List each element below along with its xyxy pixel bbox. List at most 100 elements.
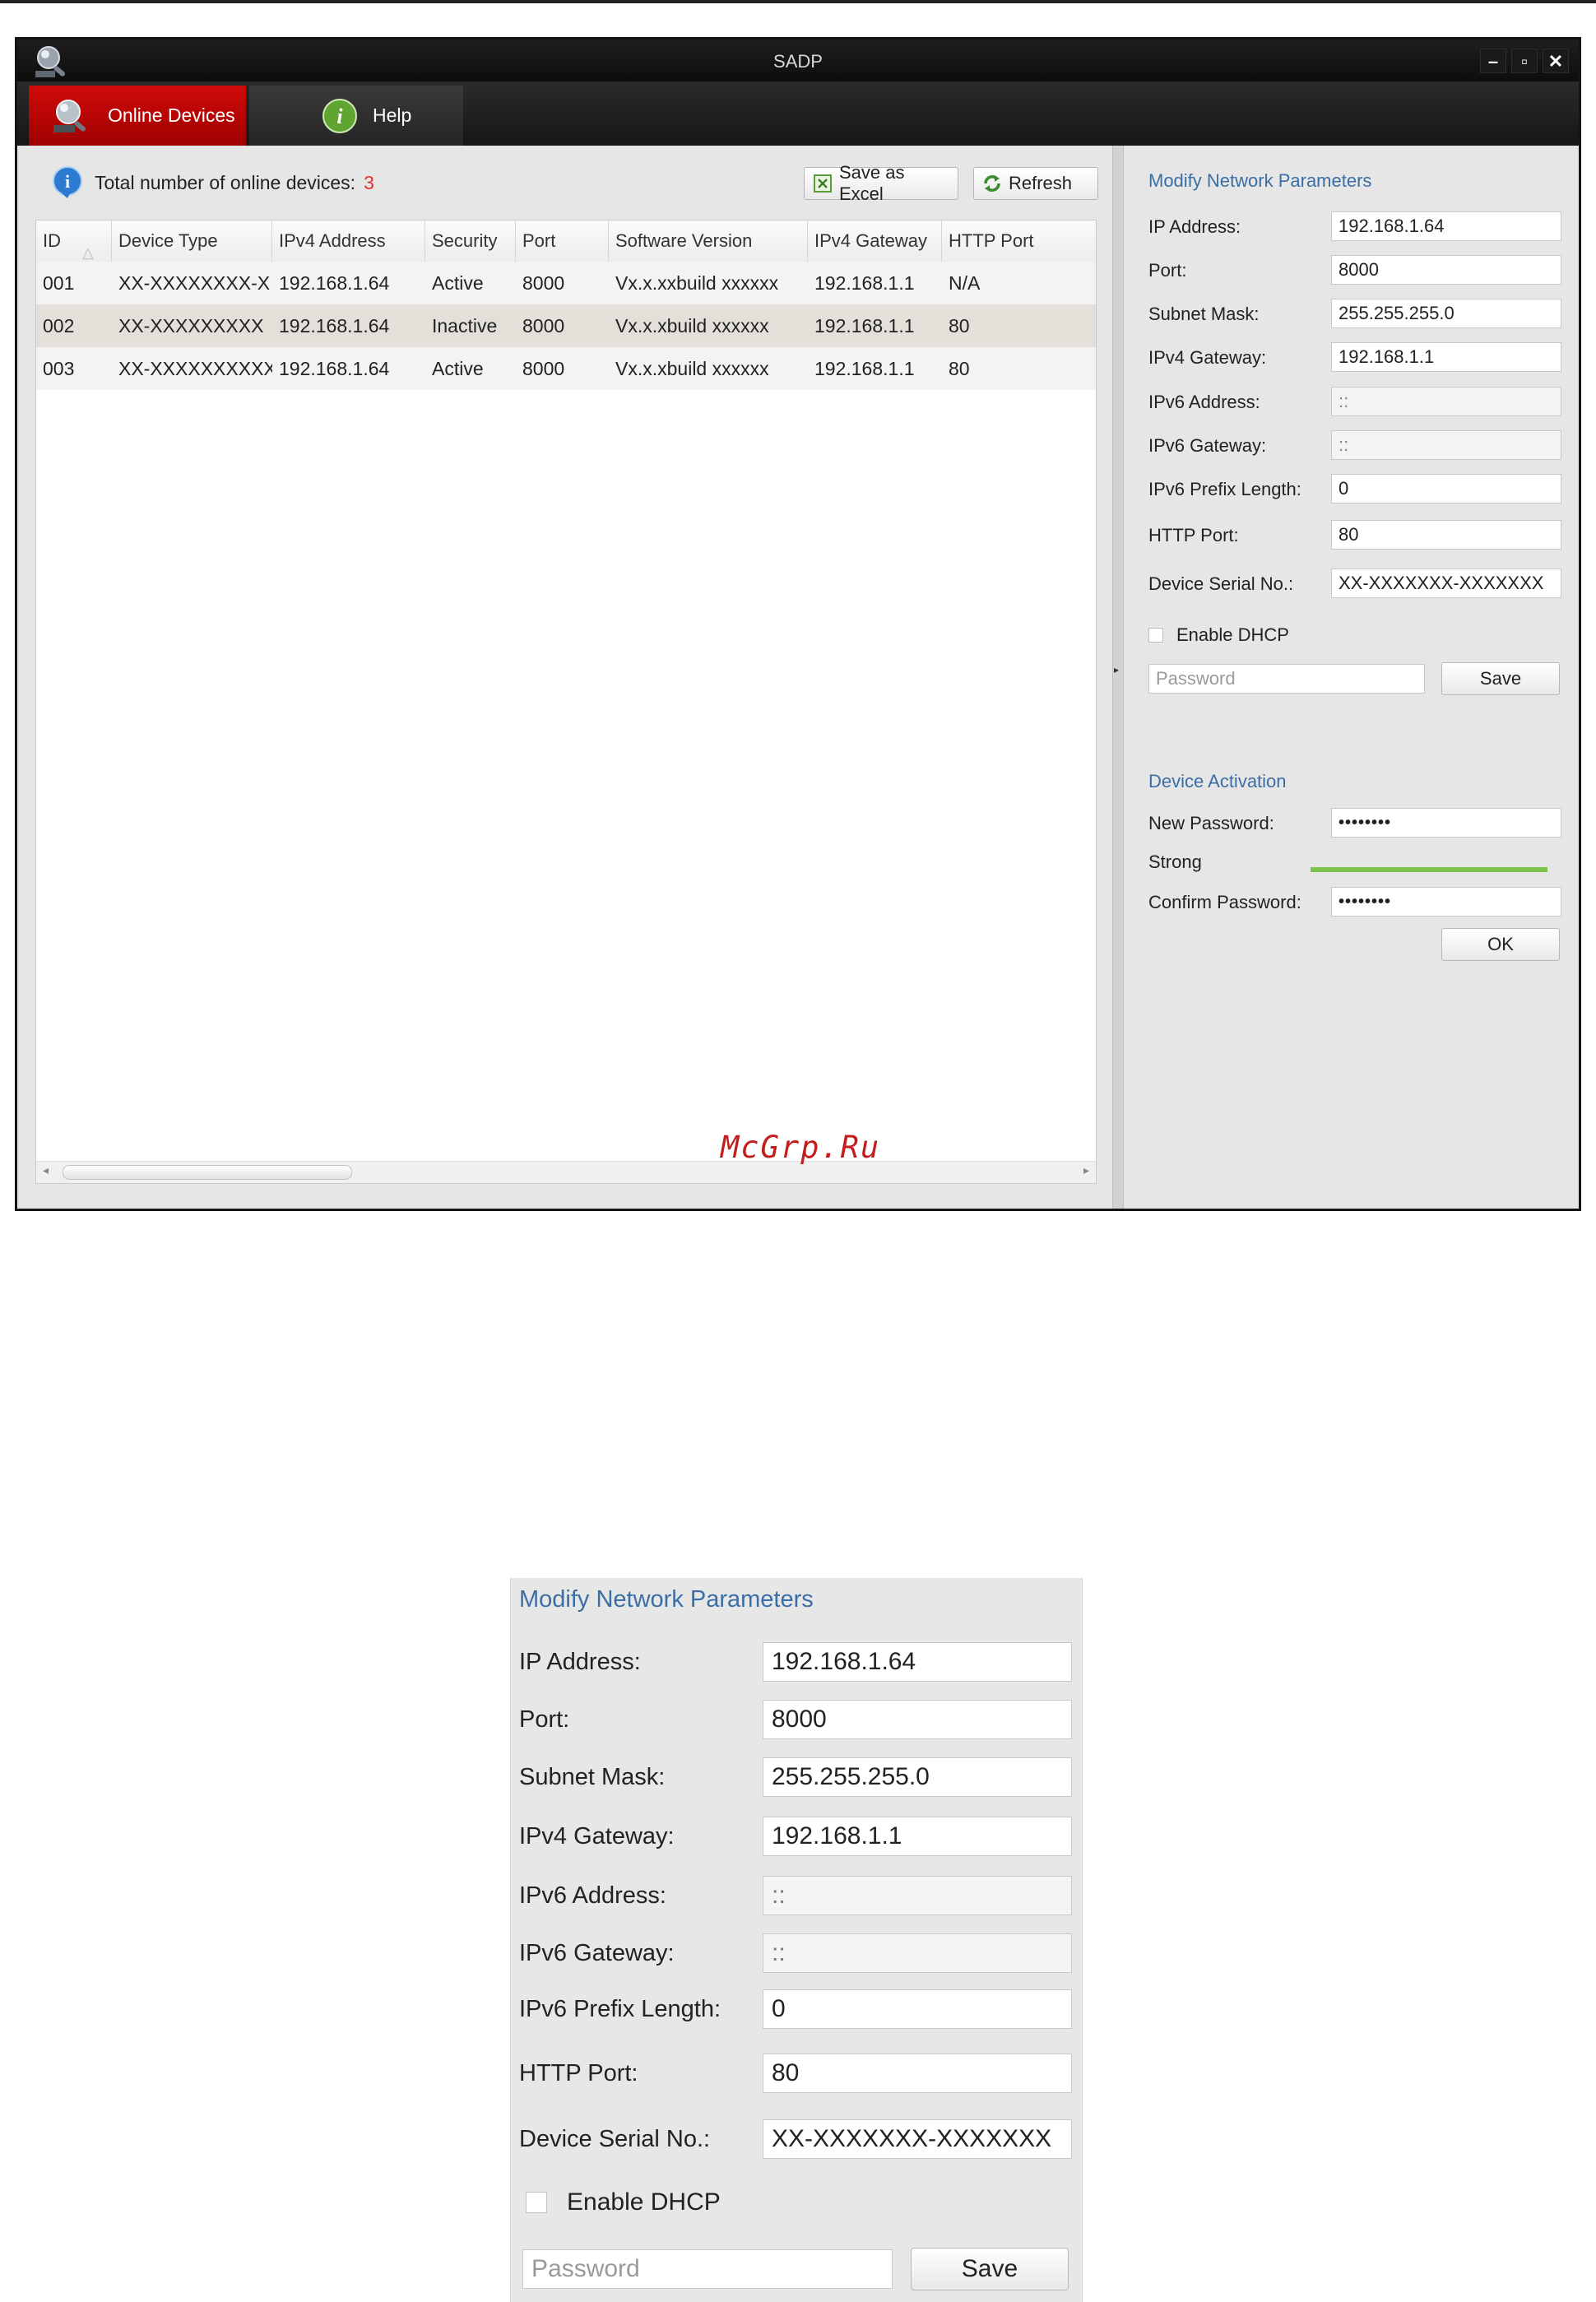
horizontal-scrollbar[interactable]: ◂ ▸ — [36, 1161, 1096, 1183]
refresh-icon — [982, 174, 1002, 193]
minimize-button[interactable]: – — [1480, 49, 1506, 73]
cell-software-version: Vx.x.xbuild xxxxxx — [615, 358, 769, 379]
ipv4-gateway-input[interactable]: 192.168.1.1 — [1331, 342, 1561, 372]
watermark-text: McGrp.Ru — [721, 1130, 881, 1165]
title-bar[interactable]: SADP – ▫ ✕ — [17, 39, 1579, 81]
subnet-mask-row: Subnet Mask: 255.255.255.0 — [1148, 297, 1561, 330]
zoom-ipv6-address-label: IPv6 Address: — [519, 1882, 666, 1909]
scrollbar-thumb[interactable] — [63, 1165, 352, 1180]
cell-ipv4-gateway: 192.168.1.1 — [814, 315, 915, 336]
zoom-subnet-mask-input[interactable]: 255.255.255.0 — [763, 1757, 1072, 1797]
maximize-button[interactable]: ▫ — [1511, 49, 1538, 73]
tab-help[interactable]: i Help — [249, 86, 463, 146]
cell-http-port: 80 — [949, 315, 970, 336]
device-activation-title: Device Activation — [1148, 771, 1287, 791]
cell-port: 8000 — [522, 358, 565, 379]
page-top-rule — [0, 0, 1596, 3]
zoom-ipv6-address-row: IPv6 Address: :: — [519, 1876, 1079, 1917]
cell-port: 8000 — [522, 315, 565, 336]
table-row[interactable]: 001 XX-XXXXXXXX-X 192.168.1.64 Active 80… — [36, 262, 1096, 304]
panel-splitter[interactable]: ▸ — [1112, 146, 1124, 1209]
online-count-row: i Total number of online devices: 3 — [50, 164, 374, 202]
scroll-right-arrow-icon[interactable]: ▸ — [1083, 1163, 1089, 1177]
cell-id: 001 — [43, 272, 75, 294]
save-as-excel-button[interactable]: Save as Excel — [804, 162, 958, 204]
zoom-password-input[interactable]: Password — [522, 2249, 893, 2289]
ipv6-gateway-input[interactable]: :: — [1331, 430, 1561, 460]
ipv6-address-input[interactable]: :: — [1331, 387, 1561, 416]
subnet-mask-input[interactable]: 255.255.255.0 — [1331, 299, 1561, 328]
tab-online-devices-label: Online Devices — [108, 104, 235, 126]
zoom-enable-dhcp-checkbox[interactable] — [526, 2192, 547, 2213]
ipv6-gateway-label: IPv6 Gateway: — [1148, 435, 1267, 456]
new-password-row: New Password: •••••••• — [1148, 806, 1561, 839]
save-button[interactable]: Save — [1441, 662, 1560, 695]
zoom-ip-address-input[interactable]: 192.168.1.64 — [763, 1642, 1072, 1682]
cell-ipv4-address: 192.168.1.64 — [279, 358, 390, 379]
zoom-ipv4-gateway-row: IPv4 Gateway: 192.168.1.1 — [519, 1817, 1079, 1858]
zoom-port-row: Port: 8000 — [519, 1700, 1079, 1741]
ipv6-gateway-row: IPv6 Gateway: :: — [1148, 429, 1561, 462]
ipv6-address-label: IPv6 Address: — [1148, 392, 1260, 412]
password-strength-label: Strong — [1148, 852, 1202, 872]
device-list-area: i Total number of online devices: 3 Save… — [17, 146, 1112, 1209]
enable-dhcp-row[interactable]: Enable DHCP — [1148, 624, 1289, 646]
column-header-security[interactable]: Security — [425, 220, 516, 262]
table-row[interactable]: 002 XX-XXXXXXXXX 192.168.1.64 Inactive 8… — [36, 304, 1096, 347]
http-port-input[interactable]: 80 — [1331, 520, 1561, 550]
zoom-enable-dhcp-label: Enable DHCP — [567, 2188, 721, 2216]
column-header-device-type[interactable]: Device Type — [112, 220, 272, 262]
port-input[interactable]: 8000 — [1331, 255, 1561, 285]
ok-button[interactable]: OK — [1441, 928, 1560, 961]
column-header-id[interactable]: ID △ — [36, 220, 112, 262]
port-label: Port: — [1148, 260, 1187, 281]
zoom-http-port-input[interactable]: 80 — [763, 2054, 1072, 2093]
column-header-software-version[interactable]: Software Version — [609, 220, 808, 262]
password-strength-row: Strong — [1148, 845, 1560, 878]
ip-address-input[interactable]: 192.168.1.64 — [1331, 211, 1561, 241]
port-row: Port: 8000 — [1148, 253, 1561, 286]
tab-online-devices[interactable]: Online Devices — [29, 86, 246, 146]
window-controls: – ▫ ✕ — [1480, 49, 1569, 73]
zoom-port-input[interactable]: 8000 — [763, 1700, 1072, 1739]
info-icon: i — [50, 165, 85, 200]
zoom-device-serial-input[interactable]: XX-XXXXXXX-XXXXXXX — [763, 2119, 1072, 2159]
splitter-arrow-icon[interactable]: ▸ — [1114, 664, 1119, 675]
cell-security: Active — [432, 272, 484, 294]
table-row[interactable]: 003 XX-XXXXXXXXXX 192.168.1.64 Active 80… — [36, 347, 1096, 390]
online-count-value: 3 — [364, 171, 374, 193]
cell-id: 003 — [43, 358, 75, 379]
scroll-left-arrow-icon[interactable]: ◂ — [43, 1163, 49, 1177]
enable-dhcp-checkbox[interactable] — [1148, 628, 1163, 643]
zoom-save-button[interactable]: Save — [911, 2248, 1069, 2290]
modify-password-input[interactable]: Password — [1148, 664, 1425, 694]
cell-ipv4-gateway: 192.168.1.1 — [814, 358, 915, 379]
zoom-enable-dhcp-row[interactable]: Enable DHCP — [526, 2188, 721, 2216]
zoom-ipv6-prefix-length-label: IPv6 Prefix Length: — [519, 1996, 721, 2022]
online-devices-icon — [49, 97, 93, 135]
column-header-port[interactable]: Port — [516, 220, 609, 262]
zoom-ipv6-prefix-length-input[interactable]: 0 — [763, 1989, 1072, 2029]
column-header-http-port[interactable]: HTTP Port — [942, 220, 1096, 262]
device-serial-input[interactable]: XX-XXXXXXX-XXXXXXX — [1331, 569, 1561, 598]
zoom-ipv6-gateway-input[interactable]: :: — [763, 1933, 1072, 1973]
zoom-ipv6-address-input[interactable]: :: — [763, 1876, 1072, 1915]
cell-security: Active — [432, 358, 484, 379]
cell-ipv4-gateway: 192.168.1.1 — [814, 272, 915, 294]
column-header-ipv4-address[interactable]: IPv4 Address — [272, 220, 425, 262]
svg-text:i: i — [336, 104, 343, 128]
refresh-button[interactable]: Refresh — [973, 167, 1098, 200]
new-password-input[interactable]: •••••••• — [1331, 808, 1561, 838]
close-button[interactable]: ✕ — [1543, 49, 1569, 73]
cell-device-type: XX-XXXXXXXXX — [118, 315, 264, 336]
zoom-ipv4-gateway-input[interactable]: 192.168.1.1 — [763, 1817, 1072, 1856]
column-header-ipv4-gateway[interactable]: IPv4 Gateway — [808, 220, 942, 262]
ipv6-prefix-length-input[interactable]: 0 — [1331, 474, 1561, 504]
tab-help-label: Help — [373, 104, 412, 126]
excel-icon — [813, 174, 833, 193]
ip-address-row: IP Address: 192.168.1.64 — [1148, 210, 1561, 243]
zoom-port-label: Port: — [519, 1706, 570, 1733]
ipv6-prefix-length-row: IPv6 Prefix Length: 0 — [1148, 472, 1561, 505]
cell-ipv4-address: 192.168.1.64 — [279, 315, 390, 336]
confirm-password-input[interactable]: •••••••• — [1331, 887, 1561, 917]
